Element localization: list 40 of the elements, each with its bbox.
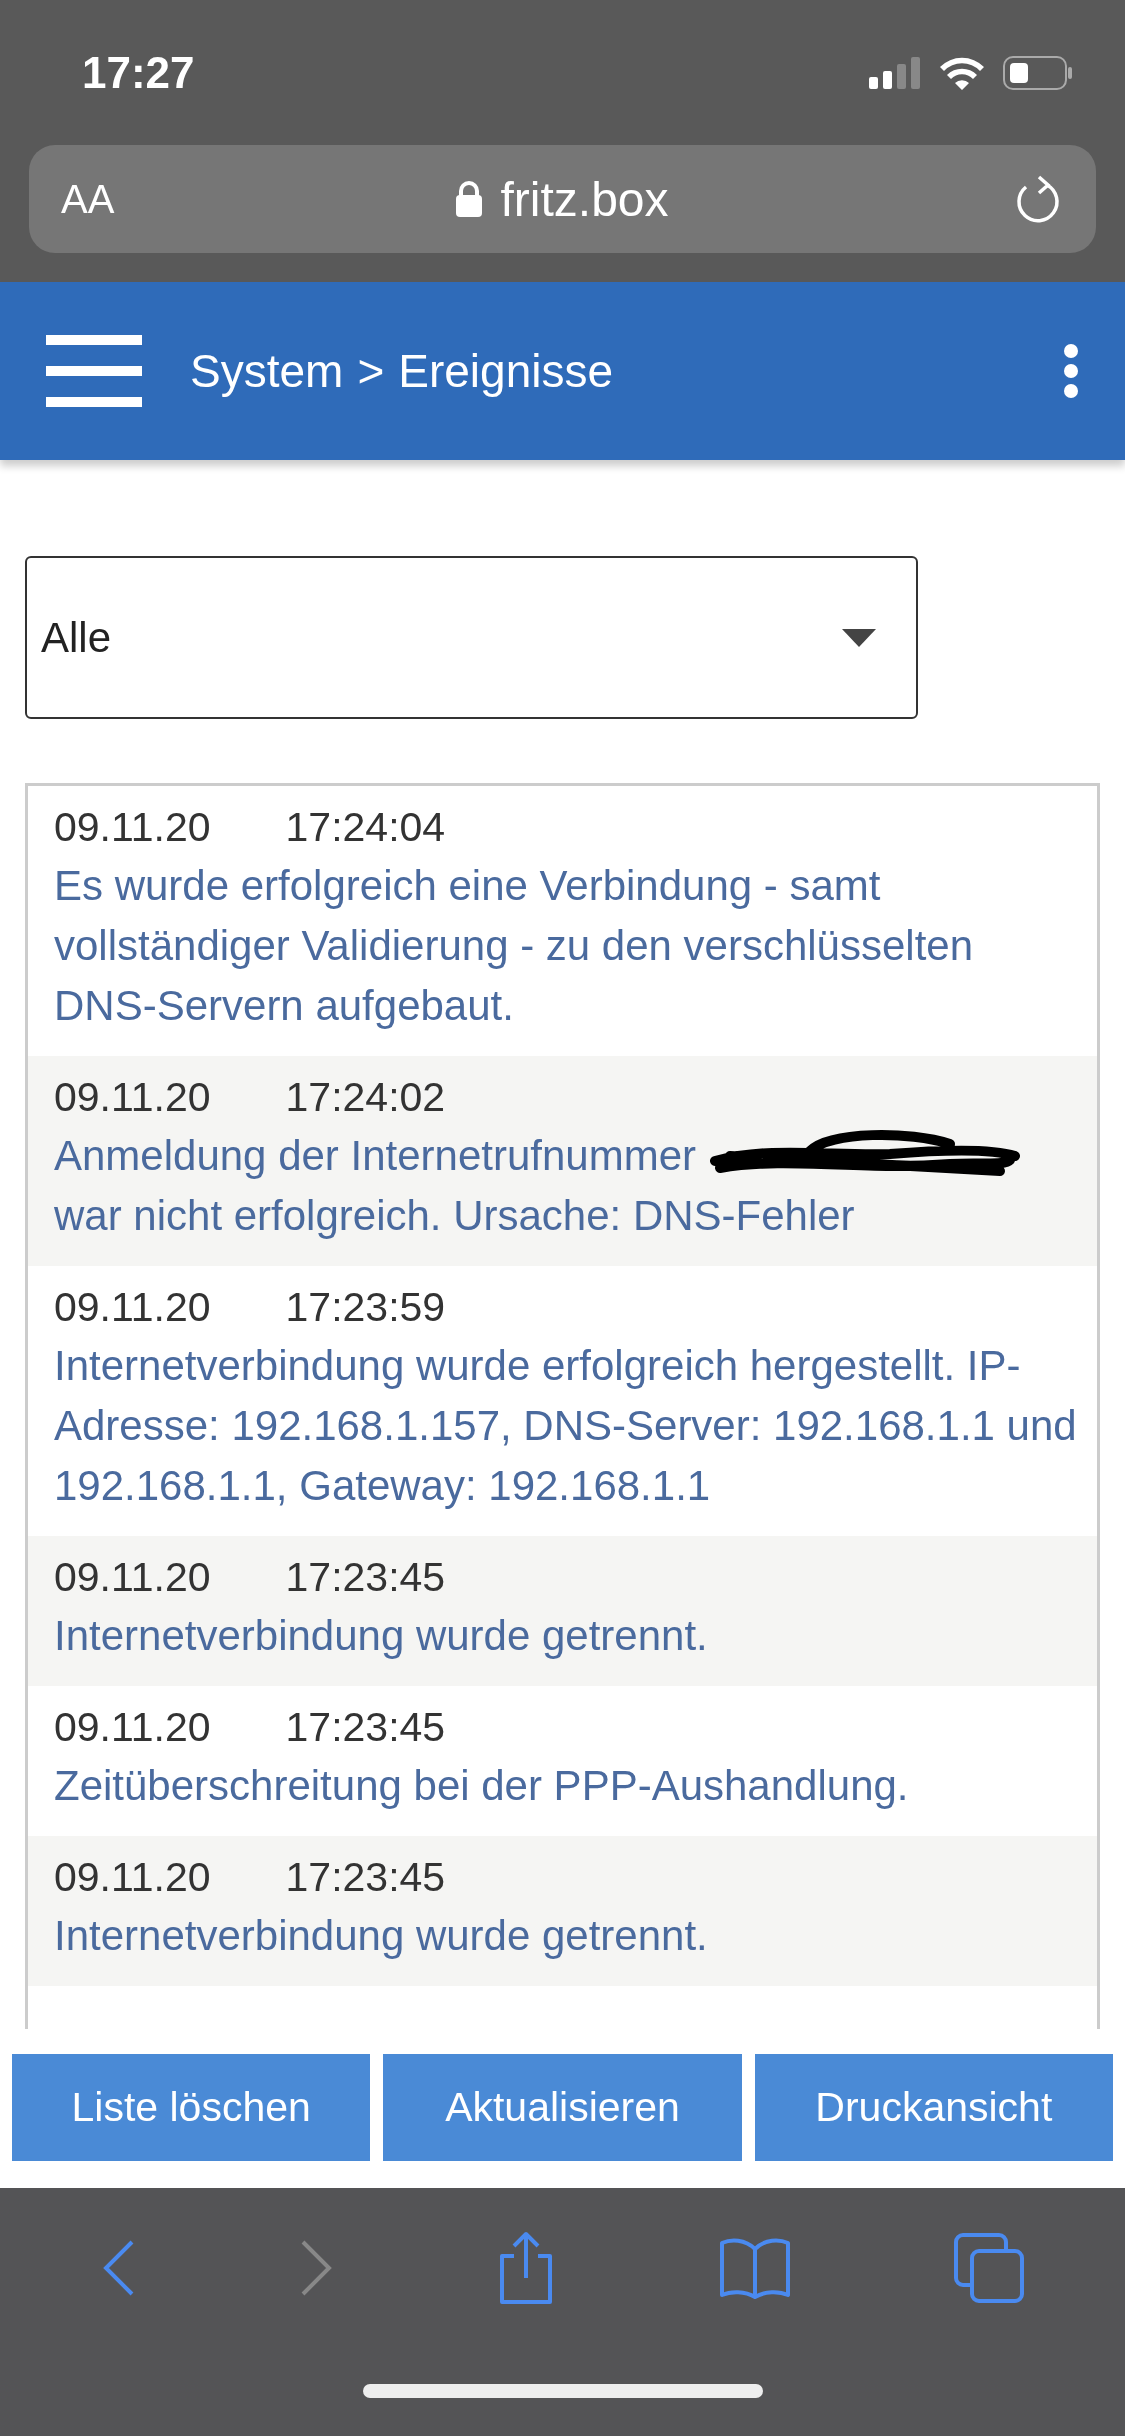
text-size-button[interactable]: AA <box>61 176 181 222</box>
menu-icon[interactable] <box>46 335 142 407</box>
filter-dropdown[interactable]: Alle <box>25 556 918 719</box>
event-time: 17:23:45 <box>285 1553 446 1602</box>
event-message: war nicht erfolgreich. Ursache: DNS-Fehler <box>54 1191 855 1241</box>
event-date: 09.11.20 <box>54 1853 211 1902</box>
action-button[interactable]: Liste löschen <box>12 2054 371 2161</box>
event-message: Internetverbindung wurde erfolgreich hergestellt. IP-Adresse: 192.168.1.157, DNS-Server: 192.168.1.1 und 192.168.1.1, Gateway: 192.168.1.1 <box>54 1341 1077 1511</box>
event-message: Internetverbindung wurde getrennt. <box>54 1911 709 1961</box>
lock-icon <box>456 181 483 217</box>
event-message: Zeitüberschreitung bei der PPP-Aushandlung. <box>54 1761 910 1811</box>
caret-icon <box>842 628 876 647</box>
event-date: 09.11.20 <box>54 1703 211 1752</box>
breadcrumb-separator: > <box>357 344 385 398</box>
tabs-icon[interactable] <box>953 2233 1024 2303</box>
event-date: 09.11.20 <box>54 803 211 852</box>
event-time: 17:23:45 <box>285 1853 446 1902</box>
event-date: 09.11.20 <box>54 1553 211 1602</box>
event-message: Internetverbindung wurde getrennt. <box>54 1611 709 1661</box>
event-date: 09.11.20 <box>54 1073 211 1122</box>
event-time: 17:23:45 <box>285 1703 446 1752</box>
battery-icon <box>1003 55 1073 90</box>
event-time: 17:23:59 <box>285 1283 446 1332</box>
signal-icon <box>869 56 921 89</box>
page-title: Ereignisse <box>398 344 615 398</box>
event-time: 17:24:02 <box>285 1073 446 1122</box>
back-icon[interactable] <box>101 2239 136 2297</box>
event-message: Es wurde erfolgreich eine Verbindung - samt vollständiger Validierung - zu den verschlüsselten DNS-Servern aufgebaut. <box>54 861 975 1031</box>
event-time: 17:24:04 <box>285 803 446 852</box>
book-icon[interactable] <box>718 2237 791 2299</box>
status-time: 17:27 <box>82 47 195 98</box>
wifi-icon <box>939 55 985 90</box>
reload-icon[interactable] <box>1014 173 1062 225</box>
action-button[interactable]: Aktualisieren <box>383 2054 742 2161</box>
url-text[interactable]: fritz.box <box>500 171 669 227</box>
event-message: Anmeldung der Internetrufnummer <box>54 1131 696 1181</box>
event-date: 09.11.20 <box>54 1283 211 1332</box>
action-button[interactable]: Druckansicht <box>754 2054 1113 2161</box>
breadcrumb-link[interactable]: System <box>190 344 344 398</box>
more-icon[interactable] <box>1063 343 1079 399</box>
